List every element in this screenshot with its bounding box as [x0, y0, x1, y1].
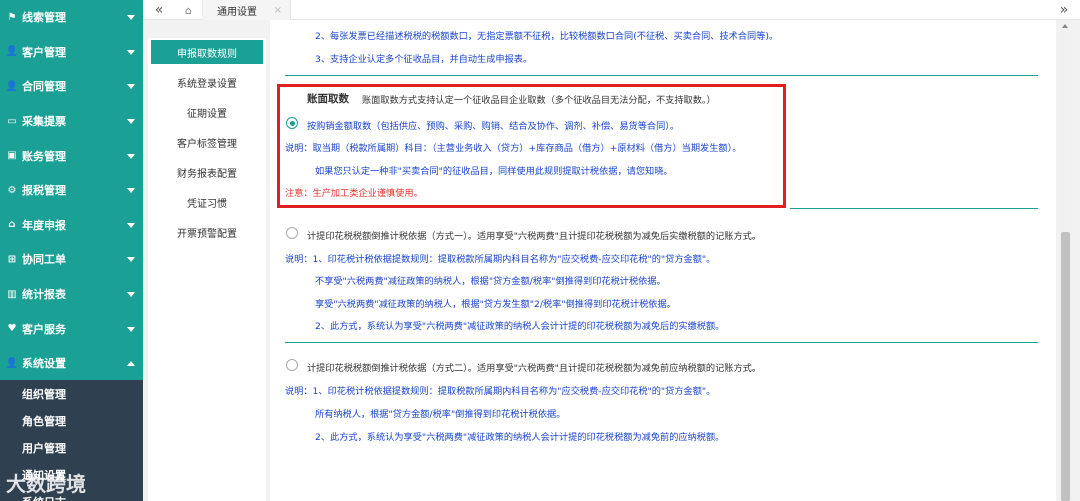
user-icon: 👤 [5, 80, 19, 92]
book-extraction-radio[interactable] [286, 117, 298, 129]
sidebar-item[interactable]: 👤 系统设置 [0, 346, 143, 381]
sidebar-item[interactable]: ⌂ 年度申报 [0, 208, 143, 243]
sidebar-item[interactable]: 👤 客户管理 [0, 35, 143, 70]
caret-down-icon [127, 292, 135, 298]
inbox-icon: ▭ [7, 115, 17, 127]
heart-icon: ♥ [7, 323, 17, 335]
sidebar-item[interactable]: ♥ 客户服务 [0, 311, 143, 346]
description-text: 2、此方式，系统认为享受"六税两费"减征政策的纳税人会计计提的印花税税额为减免后… [315, 321, 725, 332]
caret-down-icon [127, 153, 135, 159]
option-label: 计提印花税税额倒推计税依据（方式二）。适用享受"六税两费"且计提印花税税额为减免… [307, 363, 762, 374]
flag-icon: ⚑ [7, 11, 17, 23]
sidebar-item-label: 系统设置 [22, 357, 66, 371]
sidebar-item[interactable]: ▥ 统计报表 [0, 277, 143, 312]
sidebar-item-label: 合同管理 [22, 80, 66, 94]
sidebar-item-label: 年度申报 [22, 218, 66, 232]
caret-down-icon [127, 119, 135, 125]
home-tab-icon[interactable]: ⌂ [175, 0, 203, 20]
submenu-item-org[interactable]: 组织管理 [0, 380, 143, 407]
user-icon: 👤 [5, 46, 19, 58]
description-text: 所有纳税人，根据"贷方金额/税率"倒推得到印花税计税依据。 [315, 409, 566, 420]
sidebar-item-label: 报税管理 [22, 184, 66, 198]
description-text: 如果您只认定一种非"买卖合同"的征收品目，同样使用此规则提取计税依据，请您知晓。 [315, 166, 673, 177]
tab-general-settings[interactable]: 通用设置 × [203, 0, 291, 20]
description-text: 说明：1、印花税计税依据提数规则：提取税款所属期内科目名称为"应交税费-应交印花… [285, 386, 716, 397]
caret-down-icon [127, 15, 135, 21]
settings-item-invoice-alert[interactable]: 开票预警配置 [148, 217, 266, 247]
close-tab-icon[interactable]: × [274, 5, 282, 16]
option-label: 按购销金额取数（包括供应、预购、采购、购销、结合及协作、调剂、补偿、易货等合同）… [307, 121, 680, 132]
sidebar-item[interactable]: ⚑ 线索管理 [0, 0, 143, 35]
rule-text: 2、每张发票已经描述税税的税额数口，无指定票额不征税，比较税额数口合同(不征税、… [315, 31, 779, 42]
submenu-item-users[interactable]: 用户管理 [0, 434, 143, 461]
settings-item-customer-tags[interactable]: 客户标签管理 [148, 127, 266, 157]
settings-item-voucher[interactable]: 凭证习惯 [148, 187, 266, 217]
sidebar-item[interactable]: 👤 合同管理 [0, 69, 143, 104]
sidebar-item[interactable]: ▣ 账务管理 [0, 138, 143, 173]
chart-icon: ▥ [7, 288, 17, 300]
method-one-radio[interactable] [286, 227, 298, 239]
rule-text: 3、支持企业认定多个征收品目，并自动生成申报表。 [315, 54, 533, 65]
sitemap-icon: ⊞ [7, 253, 17, 265]
caret-down-icon [127, 326, 135, 332]
divider [790, 208, 1038, 209]
gears-icon: ⚙ [7, 184, 17, 196]
settings-item-login[interactable]: 系统登录设置 [148, 67, 266, 97]
settings-item-declare-rules[interactable]: 申报取数规则 [151, 40, 263, 64]
sidebar-item[interactable]: ⊞ 协同工单 [0, 242, 143, 277]
caret-down-icon [127, 257, 135, 263]
submenu-item-roles[interactable]: 角色管理 [0, 407, 143, 434]
rule-settings-panel: 2、每张发票已经描述税税的税额数口，无指定票额不征税，比较税额数口合同(不征税、… [270, 20, 1056, 501]
description-text: 说明：取当期（税款所属期）科目：（主营业务收入（贷方）+库存商品（借方）+原材料… [285, 143, 742, 154]
settings-menu: 申报取数规则 系统登录设置 征期设置 客户标签管理 财务报表配置 凭证习惯 开票… [148, 38, 266, 501]
sidebar-item-label: 客户服务 [22, 322, 66, 336]
sidebar-item-label: 线索管理 [22, 11, 66, 25]
tab-label: 通用设置 [217, 6, 257, 18]
settings-item-period[interactable]: 征期设置 [148, 97, 266, 127]
option-label: 计提印花税税额倒推计税依据（方式一）。适用享受"六税两费"且计提印花税税额为减免… [307, 231, 762, 242]
sidebar-item[interactable]: ▭ 采集提票 [0, 104, 143, 139]
monitor-icon: ▣ [7, 150, 17, 162]
description-text: 说明：1、印花税计税依据提数规则：提取税款所属期内科目名称为"应交税费-应交印花… [285, 254, 716, 265]
warning-note: 注意：生产加工类企业谨慎使用。 [285, 188, 423, 199]
caret-down-icon [127, 84, 135, 90]
method-two-radio[interactable] [286, 359, 298, 371]
caret-down-icon [127, 222, 135, 228]
caret-down-icon [127, 188, 135, 194]
sidebar-item-label: 账务管理 [22, 149, 66, 163]
expand-tabs-icon[interactable]: » [1048, 0, 1080, 20]
description-text: 享受"六税两费"减征政策的纳税人，根据"贷方发生额"2/税率"倒推得到印花税计税… [315, 299, 676, 310]
sidebar: ⚑ 线索管理 👤 客户管理 👤 合同管理 ▭ 采集提票 ▣ 账务管理 ⚙ 报税管理 ⌂ 年度申报 ⊞ 协同工单… [0, 0, 143, 501]
scrollbar-thumb[interactable] [1061, 232, 1070, 501]
caret-down-icon [127, 49, 135, 55]
divider [285, 342, 1038, 343]
settings-item-report-config[interactable]: 财务报表配置 [148, 157, 266, 187]
sidebar-item-label: 统计报表 [22, 288, 66, 302]
sidebar-item-label: 客户管理 [22, 45, 66, 59]
sidebar-item-label: 协同工单 [22, 253, 66, 267]
book-extraction-subtitle: 账面取数方式支持认定一个征收品目企业取数（多个征收品目无法分配，不支持取数。） [362, 95, 716, 106]
scroll-up-icon[interactable] [1062, 24, 1068, 28]
vertical-scrollbar[interactable] [1059, 20, 1072, 501]
sidebar-item-label: 采集提票 [22, 115, 66, 129]
description-text: 2、此方式，系统认为享受"六税两费"减征政策的纳税人会计计提的印花税税额为减免前… [315, 432, 725, 443]
sidebar-item[interactable]: ⚙ 报税管理 [0, 173, 143, 208]
collapse-sidebar-icon[interactable]: « [143, 0, 175, 20]
description-text: 不享受"六税两费"减征政策的纳税人，根据"贷方金额/税率"倒推得到印花税计税依据… [315, 276, 666, 287]
book-extraction-title: 账面取数 [307, 93, 349, 105]
home-icon: ⌂ [8, 219, 16, 231]
divider [285, 75, 1038, 76]
watermark: 大数跨境 [6, 472, 86, 496]
tab-bar: « ⌂ 通用设置 × » [143, 0, 1080, 20]
user-icon: 👤 [5, 357, 19, 369]
caret-up-icon [127, 361, 135, 367]
